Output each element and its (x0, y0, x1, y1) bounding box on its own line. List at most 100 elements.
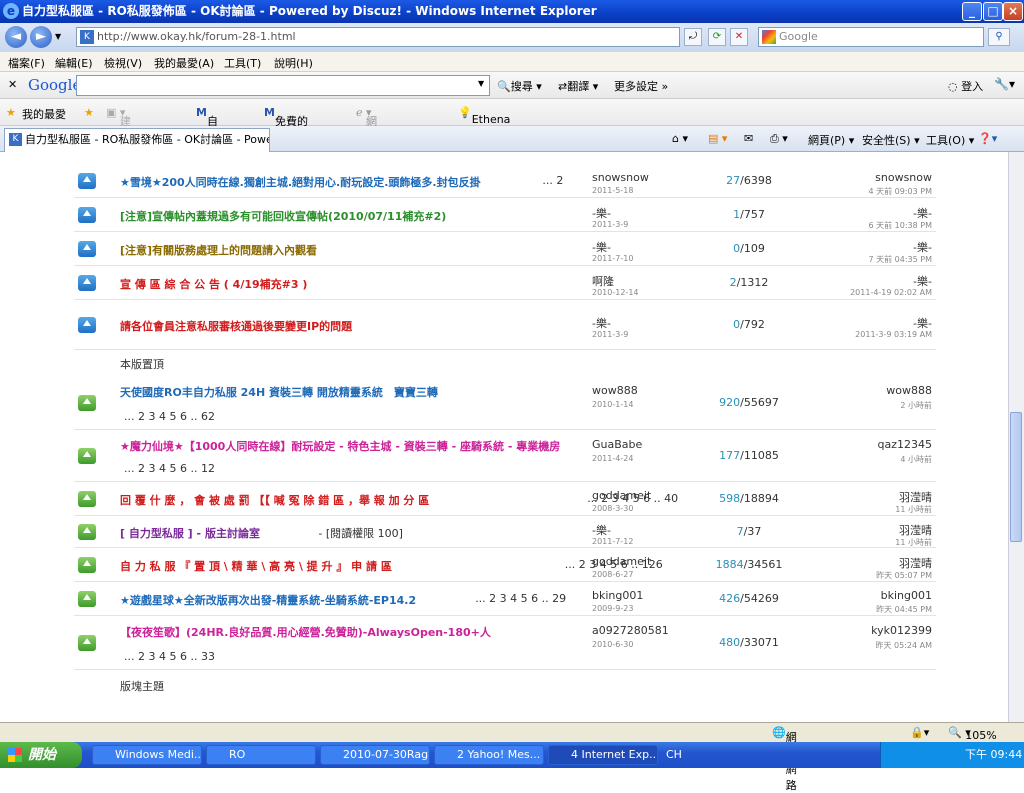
menu-help[interactable]: 說明(H) (274, 55, 313, 71)
last-poster[interactable]: snowsnow (814, 171, 932, 184)
thread-status-icon[interactable] (78, 591, 96, 607)
thread-title-link[interactable]: 自 力 私 服 『 置 頂 \ 精 華 \ 高 亮 \ 提 升 』 申 請 區 (120, 558, 392, 574)
task-windows-media[interactable]: Windows Medi... (92, 745, 202, 765)
thread-pages[interactable]: - [閱讀權限 100] (318, 525, 403, 541)
close-toolbar-icon[interactable]: ✕ (8, 78, 17, 91)
help-icon[interactable]: ❓▾ (978, 132, 997, 145)
fav-hotmail[interactable]: M 免費的 Hotmail (264, 106, 318, 142)
history-dropdown-icon[interactable]: ▼ (55, 32, 61, 41)
scrollbar-thumb[interactable] (1010, 412, 1022, 542)
more-settings-link[interactable]: 更多設定 » (614, 78, 668, 94)
thread-author[interactable]: wow888 (592, 384, 638, 397)
thread-title-link[interactable]: ★雪境★200人同時在線.獨創主城.絕對用心.耐玩設定.頭飾極多.封包反掛 (120, 174, 481, 190)
thread-status-icon[interactable] (78, 557, 96, 573)
last-poster[interactable]: wow888 (814, 384, 932, 397)
safety-menu[interactable]: 安全性(S) ▾ (862, 132, 920, 148)
maximize-button[interactable]: □ (983, 2, 1003, 21)
task-yahoo-messenger[interactable]: 2 Yahoo! Mes... (434, 745, 544, 765)
thread-title-link[interactable]: 【夜夜笙歌】(24HR.良好品質.用心經營.免贊助)-AlwaysOpen-18… (120, 624, 491, 640)
thread-author[interactable]: -樂- (592, 205, 611, 221)
thread-title-link[interactable]: [注意]宣傳帖內蓋規過多有可能回收宣傳帖(2010/07/11補充#2) (120, 208, 446, 224)
google-search-box[interactable] (76, 75, 490, 96)
thread-pages[interactable]: ... 2 3 4 5 6 .. 29 (475, 592, 566, 605)
protected-mode-icon[interactable]: 🔒▾ (910, 726, 929, 739)
thread-pages[interactable]: ... 2 (542, 174, 563, 187)
wrench-icon[interactable]: 🔧▾ (994, 77, 1015, 91)
task-ro-folder[interactable]: RO (206, 745, 316, 765)
last-poster[interactable]: -樂- (814, 239, 932, 255)
start-button[interactable]: 開始 (0, 742, 82, 768)
thread-status-icon[interactable] (78, 275, 96, 291)
fav-suggested-sites[interactable]: ▣ 建議的網站 ▾ (106, 106, 131, 192)
last-poster[interactable]: kyk012399 (814, 624, 932, 637)
last-poster[interactable]: qaz12345 (814, 438, 933, 451)
tools-menu[interactable]: 工具(O) ▾ (926, 132, 974, 148)
thread-status-icon[interactable] (78, 317, 96, 333)
last-poster[interactable]: -樂- (814, 315, 932, 331)
minimize-button[interactable]: _ (962, 2, 982, 21)
thread-title-link[interactable]: 請各位會員注意私服審核通過後要變更IP的問題 (120, 318, 352, 334)
thread-author[interactable]: 啊隆 (592, 273, 614, 289)
print-icon[interactable]: ⎙ ▾ (770, 132, 788, 146)
forward-button[interactable]: ► (30, 26, 52, 48)
thread-author[interactable]: -樂- (592, 522, 611, 538)
task-internet-explorer[interactable]: 4 Internet Exp... (548, 745, 658, 765)
translate-button[interactable]: ⇄翻譯 ▾ (558, 78, 598, 94)
task-image[interactable]: 2010-07-30Rag... (320, 745, 430, 765)
url-field[interactable]: Khttp://www.okay.hk/forum-28-1.html (76, 27, 680, 47)
last-poster[interactable]: -樂- (814, 273, 932, 289)
thread-title-link[interactable]: ★魔力仙境★【1000人同時在線】耐玩設定 - 特色主城 - 資裝三轉 - 座騎… (120, 438, 560, 454)
thread-status-icon[interactable] (78, 207, 96, 223)
thread-pages[interactable]: ... 2 3 4 5 6 .. 62 (124, 410, 215, 423)
thread-author[interactable]: goddameit (592, 555, 651, 568)
thread-author[interactable]: -樂- (592, 315, 611, 331)
mail-icon[interactable]: ✉ (744, 132, 753, 145)
thread-status-icon[interactable] (78, 448, 96, 464)
thread-status-icon[interactable] (78, 524, 96, 540)
language-indicator[interactable]: CH (666, 748, 682, 761)
refresh-icon[interactable]: ⟳ (708, 28, 726, 46)
fav-custom-links[interactable]: M 自訂連結 (196, 106, 218, 176)
google-dropdown-icon[interactable]: ▼ (478, 79, 484, 88)
last-poster[interactable]: bking001 (814, 589, 932, 602)
compat-view-icon[interactable]: ⤾ (684, 28, 702, 46)
menu-tools[interactable]: 工具(T) (224, 55, 261, 71)
home-icon[interactable]: ⌂ ▾ (672, 132, 688, 145)
close-button[interactable]: × (1003, 2, 1023, 21)
menu-edit[interactable]: 編輯(E) (55, 55, 93, 71)
fav-web-slice-gallery[interactable]: ℯ 網頁快訊圖庫 ▾ (356, 106, 377, 208)
thread-pages[interactable]: ... 2 3 4 5 6 .. 33 (124, 650, 215, 663)
thread-status-icon[interactable] (78, 491, 96, 507)
favorites-button[interactable]: 我的最愛 (22, 106, 66, 122)
thread-author[interactable]: goddameit (592, 489, 651, 502)
thread-title-link[interactable]: 天使國度RO丰自力私服 24H 資裝三轉 開放精靈系統 寶寶三轉 (120, 384, 438, 400)
rss-icon[interactable]: ▤ ▾ (708, 132, 727, 145)
thread-title-link[interactable]: 回 覆 什 麼 ， 會 被 處 罰 【【 喊 冤 除 錯 區 ，舉 報 加 分 … (120, 492, 429, 508)
last-poster[interactable]: 羽滢晴 (814, 555, 932, 571)
fav-ethena[interactable]: 💡 Ethena腳本區【新】- RO... (458, 106, 510, 171)
search-field[interactable]: Google (758, 27, 984, 47)
thread-title-link[interactable]: [ 自力型私服 ] - 版主討論室 (120, 525, 260, 541)
page-menu[interactable]: 網頁(P) ▾ (808, 132, 854, 148)
last-poster[interactable]: -樂- (814, 205, 932, 221)
thread-author[interactable]: a0927280581 (592, 624, 669, 637)
google-search-button[interactable]: 🔍搜尋 ▾ (497, 78, 542, 94)
login-link[interactable]: ◌ 登入 (948, 78, 983, 94)
thread-status-icon[interactable] (78, 395, 96, 411)
thread-author[interactable]: snowsnow (592, 171, 649, 184)
menu-view[interactable]: 檢視(V) (104, 55, 142, 71)
thread-status-icon[interactable] (78, 635, 96, 651)
thread-author[interactable]: bking001 (592, 589, 643, 602)
menu-file[interactable]: 檔案(F) (8, 55, 45, 71)
menu-favorites[interactable]: 我的最愛(A) (154, 55, 214, 71)
last-poster[interactable]: 羽滢晴 (814, 489, 932, 505)
back-button[interactable]: ◄ (5, 26, 27, 48)
thread-author[interactable]: GuaBabe (592, 438, 642, 451)
thread-status-icon[interactable] (78, 173, 96, 189)
zoom-control[interactable]: 🔍 105% ▾ (948, 726, 997, 742)
add-favorites-icon[interactable]: ★ (84, 106, 94, 119)
thread-title-link[interactable]: ★遊戲星球★全新改版再次出發-精靈系統-坐騎系統-EP14.2 (120, 592, 416, 608)
thread-author[interactable]: -樂- (592, 239, 611, 255)
thread-pages[interactable]: ... 2 3 4 5 6 .. 12 (124, 462, 215, 475)
thread-title-link[interactable]: [注意]有關版務處理上的問題請入內觀看 (120, 242, 317, 258)
